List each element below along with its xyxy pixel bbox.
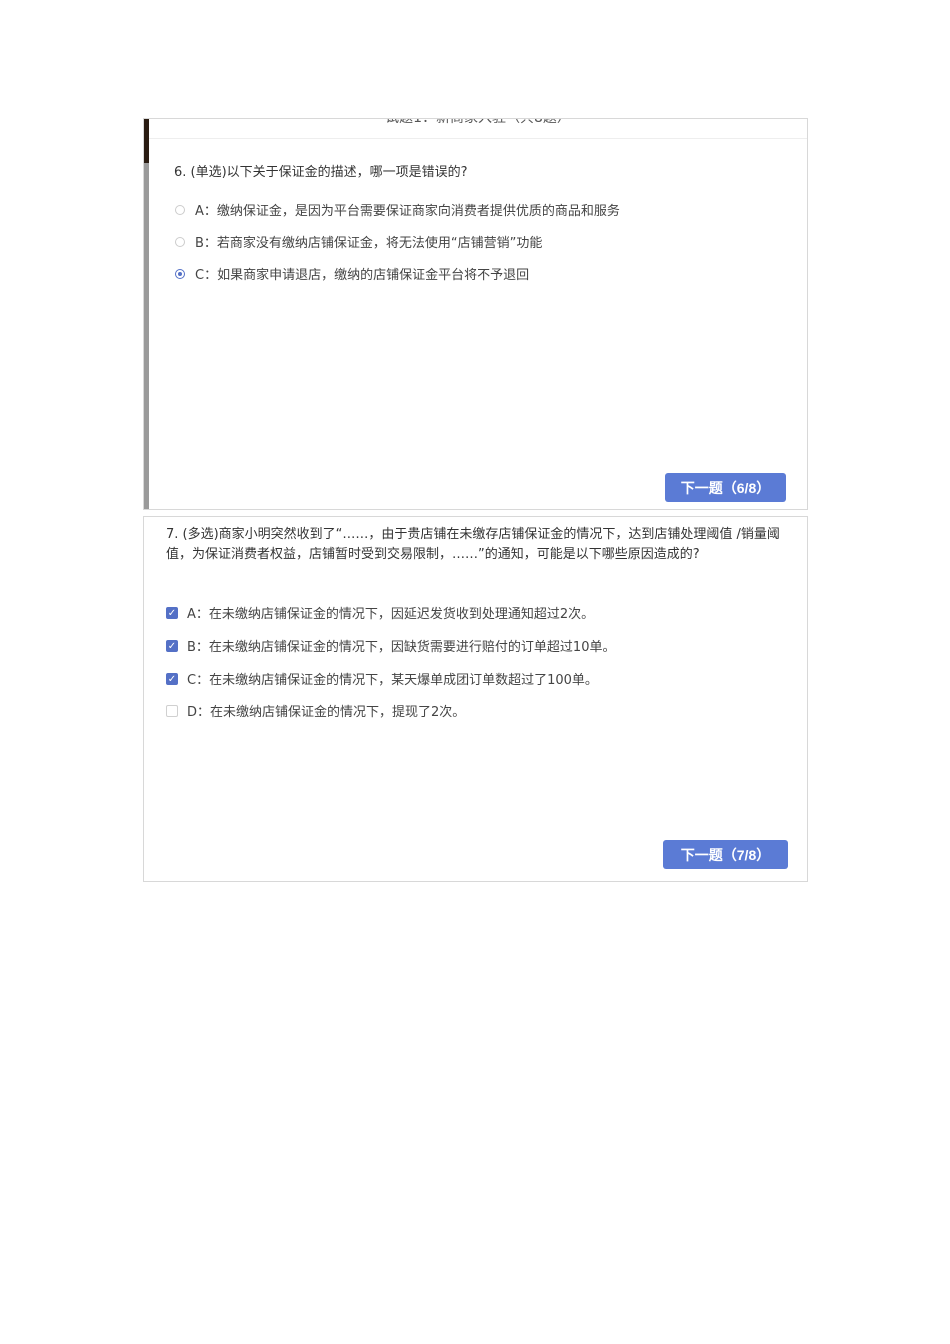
close-icon[interactable]: ✕ [784,119,795,123]
option-label: C：如果商家申请退店，缴纳的店铺保证金平台将不予退回 [195,268,530,283]
next-question-button[interactable]: 下一题（6/8） [665,473,786,502]
radio-icon[interactable] [175,236,185,247]
option-label: A：缴纳保证金，是因为平台需要保证商家向消费者提供优质的商品和服务 [195,204,620,219]
checkbox-icon[interactable] [166,704,178,717]
radio-icon[interactable] [175,204,185,215]
checkbox-checked-icon[interactable]: ✓ [166,606,178,619]
question-text: 7. (多选)商家小明突然收到了“……，由于贵店铺在未缴存店铺保证金的情况下，达… [166,527,780,562]
checkbox-checked-icon[interactable]: ✓ [166,639,178,652]
dialog-header: 试题1：新商家入驻（共8题） ✕ [149,118,807,139]
option-label: A：在未缴纳店铺保证金的情况下，因延迟发货收到处理通知超过2次。 [187,607,595,622]
background-strip [144,119,149,509]
option-c[interactable]: C：如果商家申请退店，缴纳的店铺保证金平台将不予退回 [175,264,529,283]
option-a[interactable]: A：缴纳保证金，是因为平台需要保证商家向消费者提供优质的商品和服务 [175,200,620,219]
option-a[interactable]: ✓ A：在未缴纳店铺保证金的情况下，因延迟发货收到处理通知超过2次。 [166,603,594,622]
option-label: B：在未缴纳店铺保证金的情况下，因缺货需要进行赔付的订单超过10单。 [187,640,616,655]
option-label: D：在未缴纳店铺保证金的情况下，提现了2次。 [187,705,466,720]
radio-selected-icon[interactable] [175,268,185,279]
option-label: B：若商家没有缴纳店铺保证金，将无法使用“店铺营销”功能 [195,236,543,251]
question-text: 6. (单选)以下关于保证金的描述，哪一项是错误的? [174,165,468,180]
option-d[interactable]: D：在未缴纳店铺保证金的情况下，提现了2次。 [166,701,465,720]
option-c[interactable]: ✓ C：在未缴纳店铺保证金的情况下，某天爆单成团订单数超过了100单。 [166,669,598,688]
question-panel-7: 7. (多选)商家小明突然收到了“……，由于贵店铺在未缴存店铺保证金的情况下，达… [143,516,808,882]
next-question-button[interactable]: 下一题（7/8） [663,840,788,869]
option-b[interactable]: B：若商家没有缴纳店铺保证金，将无法使用“店铺营销”功能 [175,232,542,251]
dialog-title: 试题1：新商家入驻（共8题） [385,118,571,126]
checkbox-checked-icon[interactable]: ✓ [166,672,178,685]
option-b[interactable]: ✓ B：在未缴纳店铺保证金的情况下，因缺货需要进行赔付的订单超过10单。 [166,636,615,655]
question-panel-6: 试题1：新商家入驻（共8题） ✕ 6. (单选)以下关于保证金的描述，哪一项是错… [143,118,808,510]
option-label: C：在未缴纳店铺保证金的情况下，某天爆单成团订单数超过了100单。 [187,673,598,688]
